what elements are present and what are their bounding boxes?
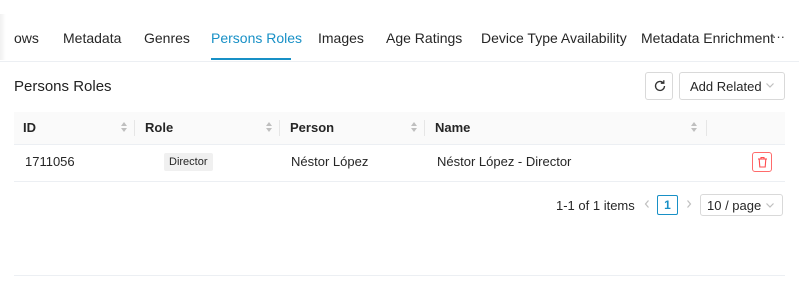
chevron-right-icon — [687, 200, 692, 208]
tab-shows[interactable]: ows — [14, 30, 39, 46]
refresh-icon — [654, 80, 666, 92]
table-row[interactable]: 1711056 Director Néstor López Néstor Lóp… — [14, 145, 785, 182]
divider — [14, 275, 785, 276]
column-divider — [134, 120, 135, 136]
pagination-total: 1-1 of 1 items — [556, 198, 635, 213]
sort-icon[interactable] — [120, 121, 128, 133]
trash-icon — [758, 156, 767, 168]
table-header: ID Role Person Name — [14, 112, 785, 145]
more-tabs-button[interactable]: ··· — [772, 29, 785, 44]
chevron-down-icon — [766, 83, 774, 88]
column-header-person[interactable]: Person — [290, 120, 334, 135]
chevron-left-icon — [644, 200, 649, 208]
delete-button[interactable] — [752, 152, 772, 172]
page-size-select[interactable]: 10 / page — [700, 194, 783, 216]
page-size-label: 10 / page — [707, 198, 762, 213]
page-number-button[interactable]: 1 — [657, 195, 678, 215]
add-related-dropdown[interactable]: Add Related — [679, 72, 785, 100]
tab-age-ratings[interactable]: Age Ratings — [386, 30, 462, 46]
tab-genres[interactable]: Genres — [144, 30, 190, 46]
add-related-label: Add Related — [690, 79, 762, 94]
cell-person: Néstor López — [291, 154, 369, 169]
tab-metadata[interactable]: Metadata — [63, 30, 121, 46]
tab-images[interactable]: Images — [318, 30, 364, 46]
next-page-button[interactable] — [685, 198, 693, 212]
refresh-button[interactable] — [645, 72, 673, 100]
column-header-id[interactable]: ID — [23, 120, 36, 135]
tab-metadata-enrichment[interactable]: Metadata Enrichment — [641, 30, 774, 46]
column-divider — [279, 120, 280, 136]
tab-persons-roles[interactable]: Persons Roles — [211, 30, 302, 46]
column-divider — [424, 120, 425, 136]
cell-id: 1711056 — [25, 154, 75, 169]
role-tag: Director — [164, 153, 213, 171]
section-title: Persons Roles — [14, 78, 112, 95]
cell-name: Néstor López - Director — [437, 154, 572, 169]
active-tab-indicator — [211, 58, 291, 60]
tab-bar: ows Metadata Genres Persons Roles Images… — [0, 0, 799, 62]
tab-scroll-shadow — [0, 14, 6, 60]
sort-icon[interactable] — [265, 121, 273, 133]
tab-device-type-availability[interactable]: Device Type Availability — [481, 30, 627, 46]
chevron-down-icon — [766, 203, 774, 208]
prev-page-button[interactable] — [643, 198, 651, 212]
sort-icon[interactable] — [410, 121, 418, 133]
column-divider — [706, 120, 707, 136]
column-header-name[interactable]: Name — [435, 120, 470, 135]
column-header-role[interactable]: Role — [145, 120, 173, 135]
sort-icon[interactable] — [690, 121, 698, 133]
